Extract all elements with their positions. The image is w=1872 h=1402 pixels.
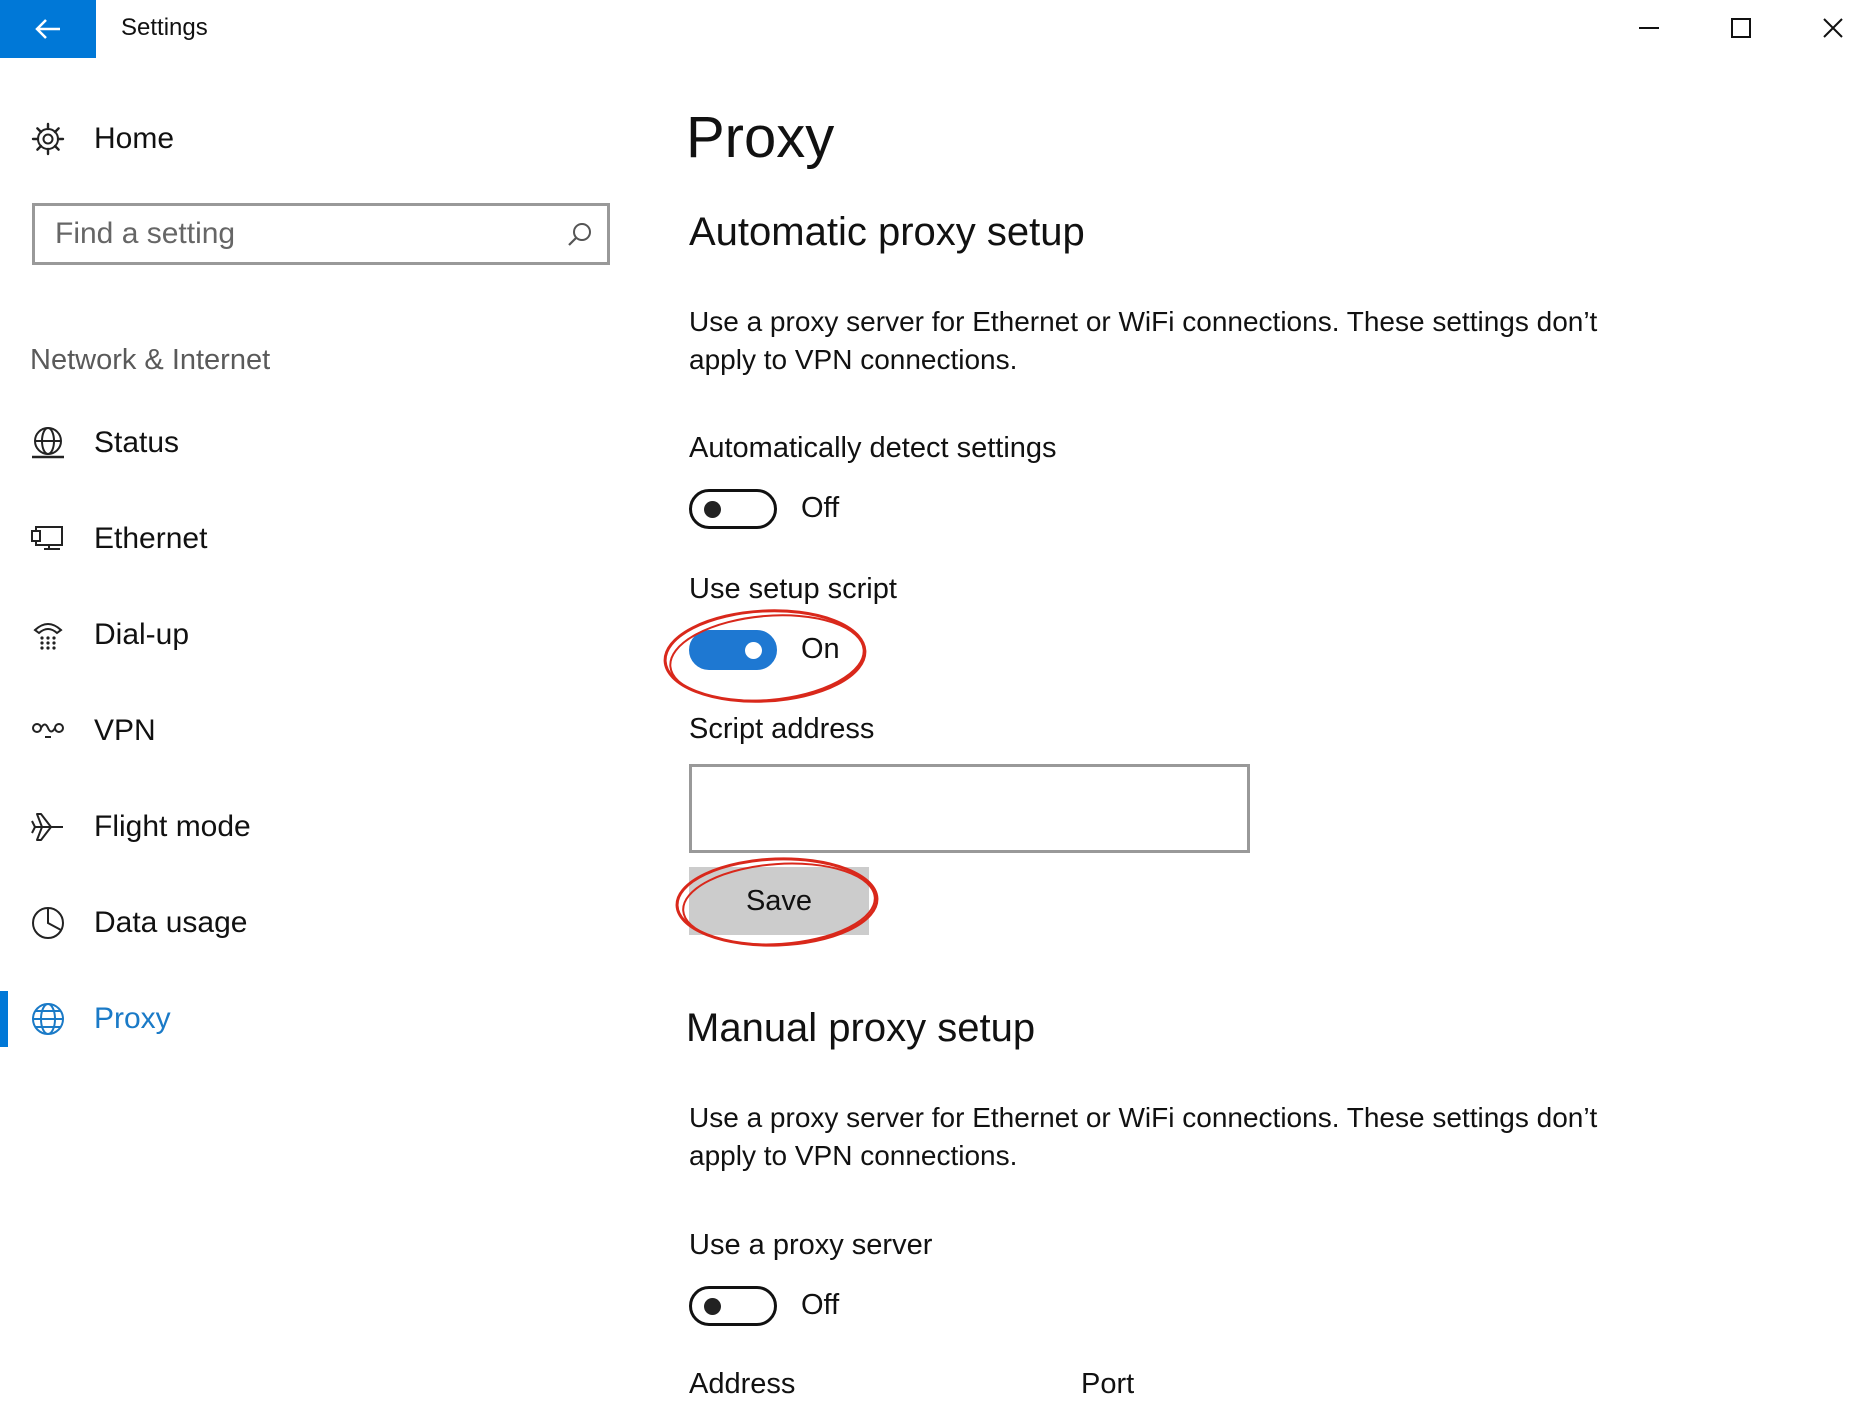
sidebar-item-vpn[interactable]: VPN — [0, 699, 640, 763]
toggle-knob — [704, 1298, 721, 1315]
sidebar-item-dialup[interactable]: Dial-up — [0, 603, 640, 667]
back-arrow-icon — [35, 19, 60, 39]
setup-script-state: On — [801, 633, 840, 665]
auto-proxy-heading: Automatic proxy setup — [689, 210, 1085, 254]
setup-script-label: Use setup script — [689, 573, 897, 605]
sidebar-item-flight-mode[interactable]: Flight mode — [0, 795, 640, 859]
sidebar-item-label: VPN — [94, 714, 156, 747]
page-title: Proxy — [686, 105, 835, 170]
sidebar-item-label: Status — [94, 426, 180, 459]
sidebar-item-label: Ethernet — [94, 522, 208, 555]
auto-proxy-description: Use a proxy server for Ethernet or WiFi … — [689, 306, 1598, 375]
use-proxy-server-state: Off — [801, 1289, 840, 1321]
sidebar-item-proxy[interactable]: Proxy — [0, 987, 640, 1051]
address-label: Address — [689, 1368, 796, 1400]
sidebar-item-ethernet[interactable]: Ethernet — [0, 507, 640, 571]
close-icon — [1823, 18, 1843, 38]
sidebar-home[interactable]: Home — [0, 107, 640, 171]
search-box[interactable] — [32, 203, 610, 265]
sidebar-item-status[interactable]: Status — [0, 411, 640, 475]
toggle-knob — [704, 501, 721, 518]
minimize-icon — [1639, 27, 1659, 29]
maximize-icon — [1731, 18, 1751, 38]
vpn-icon — [28, 711, 68, 751]
script-address-input[interactable] — [689, 764, 1250, 853]
sidebar-item-label: Data usage — [94, 906, 248, 939]
detect-settings-toggle[interactable] — [689, 489, 777, 529]
back-button[interactable] — [0, 0, 96, 58]
manual-proxy-heading: Manual proxy setup — [686, 1006, 1036, 1050]
sidebar-item-data-usage[interactable]: Data usage — [0, 891, 640, 955]
detect-settings-label: Automatically detect settings — [689, 432, 1057, 464]
save-button[interactable]: Save — [689, 867, 869, 935]
globe-status-icon — [28, 423, 68, 463]
maximize-button[interactable] — [1695, 0, 1787, 56]
port-label: Port — [1081, 1368, 1135, 1400]
close-button[interactable] — [1787, 0, 1872, 56]
window-title: Settings — [121, 14, 208, 41]
pie-chart-icon — [28, 903, 68, 943]
ethernet-icon — [28, 519, 68, 559]
sidebar-item-label: Proxy — [94, 1002, 171, 1035]
sidebar-item-label: Flight mode — [94, 810, 251, 843]
minimize-button[interactable] — [1603, 0, 1695, 56]
sidebar-home-label: Home — [94, 122, 175, 155]
use-proxy-server-toggle[interactable] — [689, 1286, 777, 1326]
search-icon[interactable] — [567, 221, 593, 252]
setup-script-toggle[interactable] — [689, 630, 777, 670]
sidebar-item-label: Dial-up — [94, 618, 190, 651]
detect-settings-state: Off — [801, 492, 840, 524]
toggle-knob — [745, 642, 762, 659]
manual-proxy-description: Use a proxy server for Ethernet or WiFi … — [689, 1102, 1598, 1171]
sidebar-section-heading: Network & Internet — [30, 344, 271, 376]
gear-icon — [28, 119, 68, 159]
airplane-icon — [28, 807, 68, 847]
dialup-phone-icon — [28, 615, 68, 655]
search-input[interactable] — [55, 206, 555, 262]
script-address-label: Script address — [689, 713, 875, 745]
globe-icon — [28, 999, 68, 1039]
use-proxy-server-label: Use a proxy server — [689, 1229, 933, 1261]
